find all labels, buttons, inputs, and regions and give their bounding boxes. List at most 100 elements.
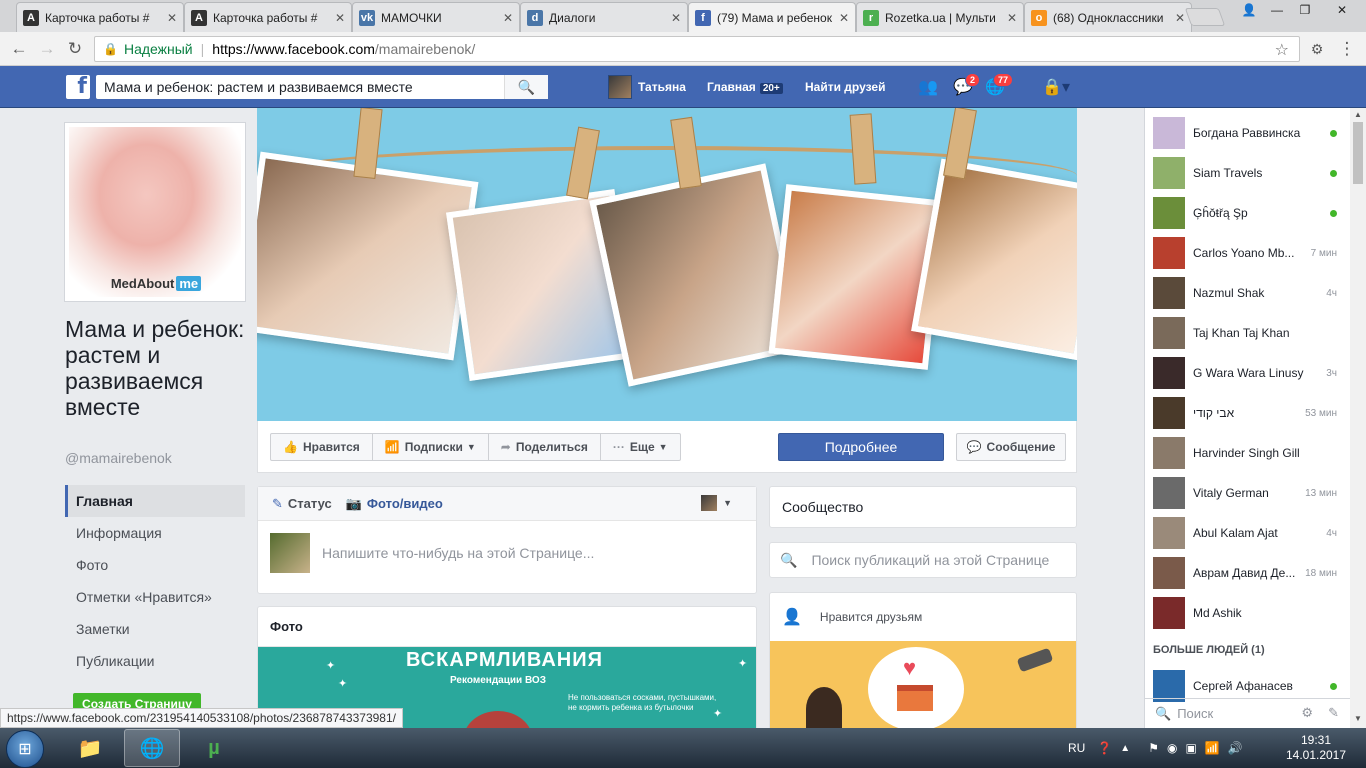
tab-status[interactable]: ✎ Статус xyxy=(272,496,332,512)
flag-icon[interactable]: ⚑ xyxy=(1148,741,1159,755)
chat-contact[interactable]: Harvinder Singh Gill xyxy=(1145,433,1351,473)
clipboard-icon[interactable]: ▣ xyxy=(1185,741,1196,755)
post-as-selector[interactable]: ▼ xyxy=(701,495,732,511)
composer-body[interactable]: Напишите что-нибудь на этой Странице... xyxy=(258,521,756,585)
close-tab-icon[interactable]: ✕ xyxy=(671,11,681,25)
page-profile-picture[interactable]: MedAbout me xyxy=(64,122,246,302)
forward-arrow-icon[interactable]: → xyxy=(36,38,58,60)
page-handle[interactable]: @mamairebenok xyxy=(65,450,172,466)
maximize-icon[interactable]: ❐ xyxy=(1292,0,1318,20)
messenger-icon[interactable]: 💬 2 xyxy=(952,73,981,97)
search-icon[interactable]: 🔍 xyxy=(504,75,548,99)
browser-tab[interactable]: d Диалоги ✕ xyxy=(520,2,688,32)
file-explorer-icon[interactable]: 📁 xyxy=(62,729,118,767)
nav-item-photos[interactable]: Фото xyxy=(65,549,245,581)
scrollbar-thumb[interactable] xyxy=(1353,122,1363,184)
new-tab-button[interactable] xyxy=(1184,8,1226,26)
chat-contact[interactable]: Ģĥŏŧřą Şp xyxy=(1145,193,1351,233)
avatar xyxy=(1153,597,1185,629)
nav-item-posts[interactable]: Публикации xyxy=(65,645,245,677)
scroll-up-icon[interactable]: ▲ xyxy=(1354,110,1362,119)
windows-taskbar: ⊞ 📁 🌐 µ RU ❓ ▲ ⚑ ◉ ▣ 📶 🔊 19:31 14.01.201… xyxy=(0,728,1366,768)
nav-item-likes[interactable]: Отметки «Нравится» xyxy=(65,581,245,613)
status-label: Статус xyxy=(287,496,332,511)
chat-contact[interactable]: אבי קודי 53 мин xyxy=(1145,393,1351,433)
chat-contact[interactable]: Abul Kalam Ajat 4ч xyxy=(1145,513,1351,553)
chrome-icon[interactable]: 🌐 xyxy=(124,729,180,767)
taskbar-clock[interactable]: 19:31 14.01.2017 xyxy=(1284,733,1348,763)
chat-search-input[interactable]: 🔍 Поиск ⚙ ✎ xyxy=(1145,698,1351,728)
browser-tab[interactable]: o (68) Одноклассники ✕ xyxy=(1024,2,1192,32)
follow-button[interactable]: 📶 Подписки ▼ xyxy=(373,434,489,460)
chat-contact[interactable]: Богдана Раввинска xyxy=(1145,113,1351,153)
minimize-icon[interactable]: — xyxy=(1264,0,1290,20)
chrome-menu-icon[interactable]: ⋮ xyxy=(1336,38,1358,60)
user-profile-icon[interactable]: 👤 xyxy=(1236,0,1262,20)
scroll-down-icon[interactable]: ▼ xyxy=(1354,714,1362,723)
learn-more-button[interactable]: Подробнее xyxy=(778,433,944,461)
contact-name: Богдана Раввинска xyxy=(1193,126,1301,140)
chat-contact[interactable]: Taj Khan Taj Khan xyxy=(1145,313,1351,353)
help-icon[interactable]: ❓ xyxy=(1097,741,1112,755)
facebook-logo-icon[interactable]: f xyxy=(66,74,90,99)
more-button[interactable]: ··· Еще ▼ xyxy=(601,434,680,460)
browser-tab[interactable]: A Карточка работы # ✕ xyxy=(16,2,184,32)
compose-icon[interactable]: ✎ xyxy=(1328,705,1339,721)
browser-tab-active[interactable]: f (79) Мама и ребенок ✕ xyxy=(688,2,856,32)
cover-photo[interactable] xyxy=(257,108,1077,421)
community-card[interactable]: Сообщество xyxy=(769,486,1077,528)
browser-tab[interactable]: vk МАМОЧКИ ✕ xyxy=(352,2,520,32)
chat-contact[interactable]: Carlos Yoano Mb... 7 мин xyxy=(1145,233,1351,273)
url-path: /mamairebenok/ xyxy=(374,41,476,57)
close-window-icon[interactable]: ✕ xyxy=(1320,0,1364,20)
friend-requests-icon[interactable]: 👥 xyxy=(917,77,939,97)
account-menu-icon[interactable]: 🔒▾ xyxy=(1036,77,1076,97)
search-posts-input[interactable]: 🔍 Поиск публикаций на этой Странице xyxy=(769,542,1077,578)
home-link[interactable]: Главная 20+ xyxy=(707,80,783,94)
nav-item-notes[interactable]: Заметки xyxy=(65,613,245,645)
close-tab-icon[interactable]: ✕ xyxy=(167,11,177,25)
friends-like-header[interactable]: 👤 Нравится друзьям xyxy=(770,593,1076,635)
tray-expand-icon[interactable]: ▲ xyxy=(1120,743,1130,754)
bookmark-star-icon[interactable]: ☆ xyxy=(1275,40,1289,60)
chat-contact[interactable]: Vitaly German 13 мин xyxy=(1145,473,1351,513)
volume-icon[interactable]: 🔊 xyxy=(1228,741,1243,755)
language-indicator[interactable]: RU xyxy=(1068,741,1085,755)
utorrent-icon[interactable]: µ xyxy=(186,729,242,767)
chat-contact[interactable]: Nazmul Shak 4ч xyxy=(1145,273,1351,313)
like-button[interactable]: 👍 Нравится xyxy=(271,434,373,460)
photos-card-title[interactable]: Фото xyxy=(258,607,756,647)
page-scrollbar[interactable]: ▲ ▼ xyxy=(1350,108,1366,728)
close-tab-icon[interactable]: ✕ xyxy=(1007,11,1017,25)
chat-contact[interactable]: G Wara Wara Linusy 3ч xyxy=(1145,353,1351,393)
chat-contact[interactable]: Siam Travels xyxy=(1145,153,1351,193)
reload-icon[interactable]: ↻ xyxy=(64,38,86,60)
share-button[interactable]: ➦ Поделиться xyxy=(489,434,601,460)
vk-favicon-icon: vk xyxy=(359,9,375,26)
facebook-search-input[interactable]: Мама и ребенок: растем и развиваемся вме… xyxy=(96,75,548,99)
message-button[interactable]: 💬 Сообщение xyxy=(956,433,1066,461)
close-tab-icon[interactable]: ✕ xyxy=(503,11,513,25)
gear-icon[interactable]: ⚙ xyxy=(1301,705,1313,721)
chat-contact[interactable]: Md Ashik xyxy=(1145,593,1351,633)
windows-start-icon[interactable]: ⊞ xyxy=(6,730,44,768)
close-tab-icon[interactable]: ✕ xyxy=(335,11,345,25)
find-friends-link[interactable]: Найти друзей xyxy=(805,80,885,94)
network-signal-icon[interactable]: 📶 xyxy=(1205,741,1220,755)
browser-tab[interactable]: r Rozetka.ua | Мульти ✕ xyxy=(856,2,1024,32)
browser-tab[interactable]: A Карточка работы # ✕ xyxy=(184,2,352,32)
profile-link[interactable]: Татьяна xyxy=(608,75,686,99)
rozetka-favicon-icon: r xyxy=(863,9,879,26)
close-tab-icon[interactable]: ✕ xyxy=(839,11,849,25)
back-arrow-icon[interactable]: ← xyxy=(8,38,30,60)
antivirus-icon[interactable]: ◉ xyxy=(1167,741,1177,755)
page-title[interactable]: Мама и ребенок: растем и развиваемся вме… xyxy=(65,316,245,420)
notifications-globe-icon[interactable]: 🌐 77 xyxy=(984,73,1014,97)
nav-item-home[interactable]: Главная xyxy=(65,485,245,517)
chat-contact[interactable]: Аврам Давид Де... 18 мин xyxy=(1145,553,1351,593)
address-bar[interactable]: 🔒 Надежный | https://www.facebook.com/ma… xyxy=(94,36,1300,62)
nav-item-info[interactable]: Информация xyxy=(65,517,245,549)
extension-icon[interactable]: ⚙ xyxy=(1306,38,1328,60)
close-tab-icon[interactable]: ✕ xyxy=(1175,11,1185,25)
tab-photo-video[interactable]: 📷 Фото/видео xyxy=(346,496,443,512)
